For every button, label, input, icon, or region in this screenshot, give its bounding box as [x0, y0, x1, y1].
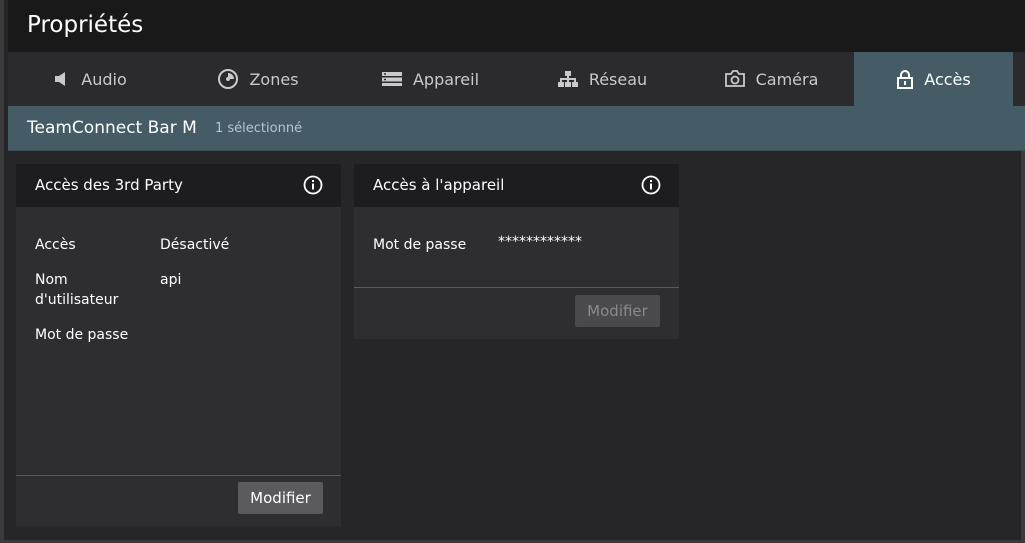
lock-icon	[896, 69, 914, 89]
panel-header: Accès des 3rd Party	[16, 164, 341, 207]
info-icon[interactable]	[641, 175, 661, 195]
tab-label: Audio	[81, 69, 127, 89]
password-value: ************	[498, 234, 582, 250]
third-party-access-panel: Accès des 3rd Party Accès Désactivé Nom …	[16, 164, 341, 526]
device-access-panel: Accès à l'appareil Mot de passe ********…	[354, 164, 679, 339]
access-value: Désactivé	[160, 237, 230, 253]
zones-icon	[217, 68, 239, 90]
panel-header: Accès à l'appareil	[354, 164, 679, 207]
panel-title: Accès des 3rd Party	[35, 176, 183, 194]
panel-title: Accès à l'appareil	[373, 176, 505, 194]
tab-label: Caméra	[755, 69, 819, 89]
tab-zones[interactable]: Zones	[172, 52, 344, 106]
title-bar: Propriétés	[8, 0, 1025, 52]
tab-camera[interactable]: Caméra	[688, 52, 854, 106]
properties-window: Propriétés Audio Zones Appareil Réseau C…	[0, 0, 1025, 543]
panel-divider	[354, 287, 679, 288]
selection-count: 1 sélectionné	[215, 121, 303, 136]
network-icon	[557, 70, 579, 88]
panel-divider	[16, 475, 341, 476]
tab-appareil[interactable]: Appareil	[344, 52, 516, 106]
tab-bar: Audio Zones Appareil Réseau Caméra Accès	[8, 52, 1025, 106]
tab-label: Appareil	[412, 69, 480, 89]
info-icon[interactable]	[303, 175, 323, 195]
device-icon	[381, 71, 403, 87]
password-label: Mot de passe	[35, 327, 129, 343]
username-value: api	[160, 272, 182, 288]
tab-label: Réseau	[588, 69, 648, 89]
tab-acces[interactable]: Accès	[854, 52, 1013, 106]
tab-label: Accès	[924, 69, 971, 89]
window-title: Propriétés	[27, 12, 144, 38]
device-header: TeamConnect Bar M 1 sélectionné	[8, 106, 1025, 151]
speaker-icon	[53, 70, 71, 88]
modify-button[interactable]: Modifier	[238, 482, 323, 514]
tab-label: Zones	[249, 69, 299, 89]
tab-reseau[interactable]: Réseau	[516, 52, 688, 106]
password-label: Mot de passe	[373, 237, 467, 253]
access-label: Accès	[35, 237, 76, 253]
tab-audio[interactable]: Audio	[8, 52, 172, 106]
modify-button[interactable]: Modifier	[575, 295, 660, 327]
camera-icon	[724, 70, 746, 88]
device-name: TeamConnect Bar M	[27, 118, 197, 138]
username-label: Nom d'utilisateur	[35, 272, 119, 308]
